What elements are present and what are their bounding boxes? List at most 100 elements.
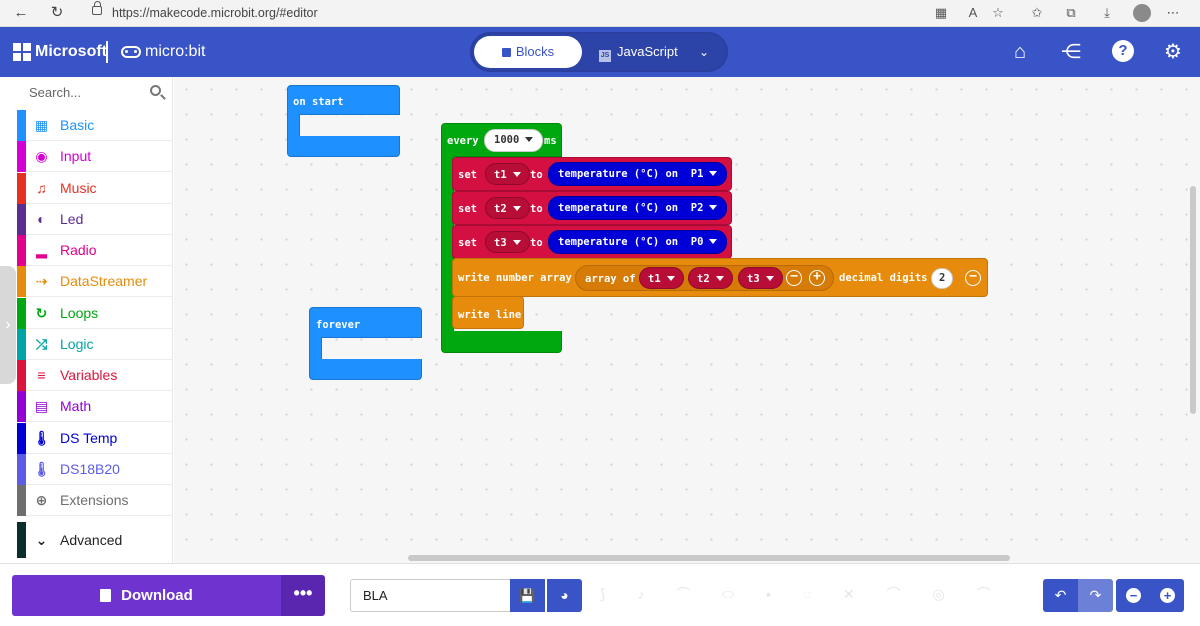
category-label: DS18B20 [60, 460, 120, 477]
back-icon[interactable]: ← [10, 3, 32, 23]
category-advanced[interactable]: ⌄ Advanced [17, 522, 173, 558]
decimal-digits-input[interactable]: 2 [931, 268, 954, 289]
category-led[interactable]: ◐ Led [17, 203, 173, 235]
variable-dropdown[interactable]: t3 [485, 231, 530, 253]
settings-icon[interactable]: ⚙ [1160, 39, 1186, 65]
undo-icon[interactable]: ↶ [1043, 579, 1078, 612]
forever-block[interactable]: forever [309, 307, 422, 338]
to-keyword: to [530, 203, 543, 215]
category-radio[interactable]: ▂ Radio [17, 235, 173, 266]
toolbox-collapse-handle[interactable]: › [0, 266, 16, 384]
remove-decimal-icon[interactable]: − [965, 270, 981, 286]
horizontal-scrollbar[interactable] [408, 555, 1010, 561]
category-basic[interactable]: ▦ Basic [17, 110, 173, 141]
editor-header: Microsoft micro:bit Blocks JS JavaScript … [0, 27, 1200, 77]
github-icon[interactable]: ◕ [547, 579, 582, 612]
collections-icon[interactable]: ⧉ [1060, 3, 1082, 23]
profile-avatar[interactable] [1133, 4, 1151, 22]
add-item-icon[interactable]: + [809, 270, 825, 286]
blocks-mode-button[interactable]: Blocks [474, 36, 582, 68]
write-line-block[interactable]: write line [452, 296, 524, 329]
category-datastreamer[interactable]: ⇢ DataStreamer [17, 266, 173, 298]
category-math[interactable]: ▤ Math [17, 391, 173, 423]
save-icon[interactable]: 💾 [510, 579, 545, 612]
vertical-scrollbar[interactable] [1190, 186, 1196, 414]
redo-icon[interactable]: ↷ [1078, 579, 1113, 612]
temperature-sensor-block[interactable]: temperature (°C) on P0 [548, 230, 728, 254]
set-keyword: set [458, 203, 477, 215]
array-item-label: t1 [648, 273, 661, 285]
category-label: Logic [60, 335, 94, 352]
downloads-icon[interactable]: ⤓ [1096, 3, 1118, 23]
read-aloud-icon[interactable]: A [962, 3, 984, 23]
set-variable-block[interactable]: set t2 to temperature (°C) on P2 [452, 191, 732, 225]
zoom-out-button[interactable]: − [1116, 579, 1150, 612]
category-color-bar [17, 172, 26, 204]
more-download-options-button[interactable]: ••• [281, 575, 325, 616]
array-of-block[interactable]: array of t1 t2 t3 − + [575, 265, 834, 291]
lock-icon[interactable] [92, 1, 102, 15]
temperature-sensor-block[interactable]: temperature (°C) on P2 [548, 196, 728, 220]
category-label: Loops [60, 304, 99, 321]
category-music[interactable]: ♫ Music [17, 172, 173, 204]
variable-name: t2 [494, 203, 507, 215]
category-label: Basic [60, 117, 95, 133]
category-logic[interactable]: ⤮ Logic [17, 328, 173, 360]
array-item-t2[interactable]: t2 [688, 267, 733, 289]
microbit-logo-icon [121, 46, 141, 58]
download-button[interactable]: Download [12, 575, 281, 616]
chevron-down-icon[interactable]: ⌄ [699, 36, 709, 68]
javascript-mode-button[interactable]: JS JavaScript [599, 36, 678, 68]
category-extensions[interactable]: ⊕ Extensions [17, 485, 173, 516]
array-item-t3[interactable]: t3 [738, 267, 783, 289]
variable-dropdown[interactable]: t1 [485, 163, 530, 185]
every-bottom [441, 331, 562, 353]
search-input[interactable]: Search... [18, 77, 173, 109]
remove-item-icon[interactable]: − [786, 270, 802, 286]
set-variable-block[interactable]: set t3 to temperature (°C) on P0 [452, 225, 732, 259]
zoom-out-icon: − [1126, 588, 1141, 603]
category-input[interactable]: ◉ Input [17, 141, 173, 173]
zoom-in-button[interactable]: + [1150, 579, 1184, 612]
javascript-label: JavaScript [617, 44, 678, 59]
reload-icon[interactable]: ↻ [46, 3, 68, 23]
blocks-label: Blocks [515, 44, 555, 59]
category-ds18b20[interactable]: 🌡 DS18B20 [17, 453, 173, 485]
category-variables[interactable]: ≡ Variables [17, 360, 173, 391]
more-options-icon[interactable]: ⋯ [1162, 3, 1184, 23]
favorites-bar-icon[interactable]: ✩ [1026, 3, 1048, 23]
toggle-icon: ◐ [37, 210, 46, 227]
puzzle-icon [501, 48, 511, 57]
headphones-icon: ♫ [36, 179, 47, 196]
share-icon[interactable]: ⋲ [1058, 39, 1084, 65]
project-name-input[interactable]: BLA [350, 579, 510, 612]
on-start-bottom [287, 136, 400, 157]
category-loops[interactable]: ↻ Loops [17, 297, 173, 329]
set-variable-block[interactable]: set t1 to temperature (°C) on P1 [452, 157, 732, 191]
category-ds-temp[interactable]: 🌡 DS Temp [17, 422, 173, 454]
app-grid-icon[interactable]: ▦ [930, 3, 952, 23]
temperature-sensor-block[interactable]: temperature (°C) on P1 [548, 162, 728, 186]
dropdown-arrow-icon [512, 240, 521, 245]
category-label: Input [60, 148, 92, 165]
category-color-bar [17, 360, 26, 391]
interval-dropdown[interactable]: 1000 [484, 129, 544, 152]
decorative-pattern: ⟆ ♪ ⌒ ⬭ ▪ ◌ ✕ ⌒ ◎ ⌒ [600, 586, 1005, 602]
category-label: DataStreamer [60, 273, 148, 290]
help-icon[interactable]: ? [1112, 40, 1134, 62]
calculator-icon: ▤ [34, 398, 49, 415]
variable-dropdown[interactable]: t2 [485, 197, 530, 219]
dropdown-arrow-icon [709, 239, 718, 244]
favorite-icon[interactable]: ☆ [987, 3, 1009, 23]
on-start-block[interactable]: on start [287, 85, 400, 115]
chevron-down-icon: ⌄ [35, 532, 48, 548]
download-label: Download [121, 587, 193, 604]
array-item-t1[interactable]: t1 [639, 267, 684, 289]
category-color-bar [17, 266, 26, 298]
address-bar[interactable]: https://makecode.microbit.org/#editor [112, 4, 318, 22]
every-block[interactable]: every 1000 ms [441, 123, 562, 157]
category-color-bar [17, 522, 26, 558]
category-label: Variables [60, 367, 118, 383]
write-number-array-block[interactable]: write number array array of t1 t2 t3 − +… [452, 258, 988, 297]
home-icon[interactable]: ⌂ [1007, 39, 1033, 65]
